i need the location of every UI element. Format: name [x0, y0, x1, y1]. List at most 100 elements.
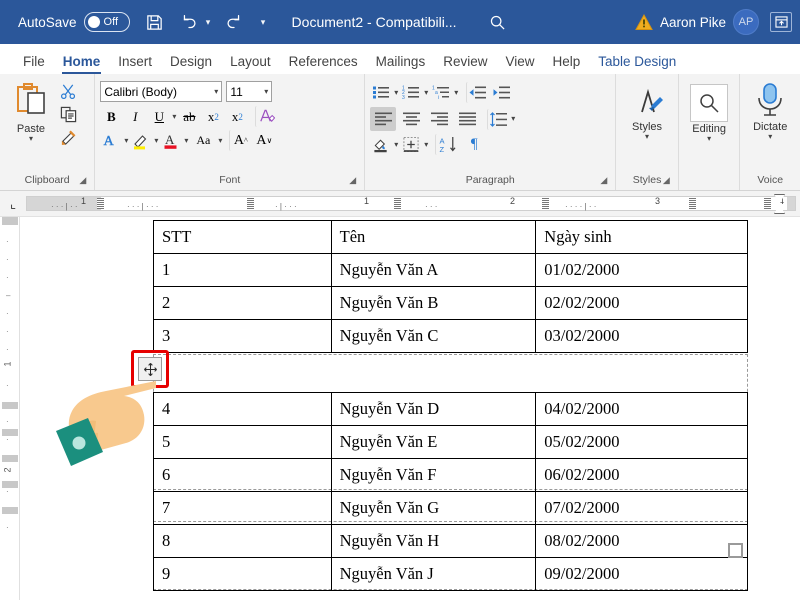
font-color-icon[interactable]: A — [160, 130, 182, 151]
bullets-chevron-down-icon[interactable]: ▾ — [394, 89, 398, 97]
editing-button[interactable]: Editing ▾ — [686, 78, 732, 145]
header-cell-ngaysinh[interactable]: Ngày sinh — [536, 221, 748, 254]
cell-ten[interactable]: Nguyễn Văn F — [331, 459, 536, 492]
ruler-tab-marker-4[interactable] — [542, 198, 549, 209]
dictate-button[interactable]: Dictate ▾ — [749, 78, 791, 143]
cell-stt[interactable]: 2 — [154, 287, 332, 320]
highlight-chevron-down-icon[interactable]: ▾ — [154, 137, 158, 145]
numbered-list-icon[interactable]: 1 2 3 — [400, 82, 422, 103]
numbering-chevron-down-icon[interactable]: ▾ — [424, 89, 428, 97]
bold-button[interactable]: B — [100, 106, 122, 127]
table-row[interactable]: 5 Nguyễn Văn E 05/02/2000 — [154, 426, 748, 459]
redo-icon[interactable] — [219, 7, 249, 37]
shading-icon[interactable] — [370, 134, 392, 155]
text-effects-icon[interactable]: A — [100, 130, 122, 151]
strikethrough-icon[interactable]: ab — [178, 106, 200, 127]
table-row[interactable]: 1 Nguyễn Văn A 01/02/2000 — [154, 254, 748, 287]
undo-dropdown-icon[interactable]: ▾ — [202, 17, 215, 28]
cell-ngaysinh[interactable]: 09/02/2000 — [536, 558, 748, 591]
cell-ngaysinh[interactable]: 03/02/2000 — [536, 320, 748, 353]
warning-icon[interactable] — [635, 14, 653, 31]
sort-icon[interactable]: A Z — [435, 134, 461, 155]
justify-icon[interactable] — [454, 107, 480, 131]
table-header-row[interactable]: STT Tên Ngày sinh — [154, 221, 748, 254]
cell-ten[interactable]: Nguyễn Văn G — [331, 492, 536, 525]
horizontal-ruler[interactable]: 1 1 2 3 4 · · · | · · · · · | · · · · | … — [26, 196, 796, 211]
change-case-button[interactable]: Aa — [190, 130, 216, 151]
table-row[interactable]: 9 Nguyễn Văn J 09/02/2000 — [154, 558, 748, 591]
line-spacing-chevron-down-icon[interactable]: ▾ — [511, 115, 515, 123]
cell-ten[interactable]: Nguyễn Văn E — [331, 426, 536, 459]
styles-dropdown-icon[interactable]: ▾ — [645, 133, 649, 141]
avatar[interactable]: AP — [733, 9, 759, 35]
grow-font-icon[interactable]: A^ — [229, 130, 251, 151]
text-highlight-icon[interactable] — [130, 130, 152, 151]
tab-insert[interactable]: Insert — [109, 52, 161, 74]
save-icon[interactable] — [140, 7, 170, 37]
styles-button[interactable]: Styles ▾ — [625, 78, 669, 143]
align-right-icon[interactable] — [426, 107, 452, 131]
left-tab-stop-icon[interactable]: ⌞ — [0, 191, 26, 217]
cell-ngaysinh[interactable]: 01/02/2000 — [536, 254, 748, 287]
cell-ten[interactable]: Nguyễn Văn B — [331, 287, 536, 320]
cell-ngaysinh[interactable]: 08/02/2000 — [536, 525, 748, 558]
font-name-chevron-down-icon[interactable]: ▾ — [214, 88, 218, 96]
table-row[interactable]: 2 Nguyễn Văn B 02/02/2000 — [154, 287, 748, 320]
header-cell-ten[interactable]: Tên — [331, 221, 536, 254]
ruler-tab-marker-1[interactable] — [97, 198, 104, 209]
vertical-ruler[interactable]: ···–··· 1 ···· 2 ··· — [0, 217, 20, 600]
cell-stt[interactable]: 8 — [154, 525, 332, 558]
align-center-icon[interactable] — [398, 107, 424, 131]
autosave-toggle[interactable]: AutoSave Off — [18, 12, 130, 32]
editing-dropdown-icon[interactable]: ▾ — [707, 135, 711, 143]
cell-stt[interactable]: 4 — [154, 393, 332, 426]
cell-ngaysinh[interactable]: 07/02/2000 — [536, 492, 748, 525]
line-spacing-icon[interactable] — [487, 109, 509, 130]
borders-chevron-down-icon[interactable]: ▾ — [424, 141, 428, 149]
cell-ten[interactable]: Nguyễn Văn J — [331, 558, 536, 591]
search-icon[interactable] — [483, 7, 513, 37]
borders-icon[interactable] — [400, 134, 422, 155]
table-row[interactable]: 8 Nguyễn Văn H 08/02/2000 — [154, 525, 748, 558]
tab-layout[interactable]: Layout — [221, 52, 280, 74]
cell-ngaysinh[interactable]: 06/02/2000 — [536, 459, 748, 492]
shading-chevron-down-icon[interactable]: ▾ — [394, 141, 398, 149]
cell-stt[interactable]: 3 — [154, 320, 332, 353]
table-row[interactable]: 6 Nguyễn Văn F 06/02/2000 — [154, 459, 748, 492]
copy-button[interactable] — [57, 104, 79, 125]
ribbon-display-options-icon[interactable] — [770, 12, 792, 32]
font-color-chevron-down-icon[interactable]: ▾ — [184, 137, 188, 145]
undo-icon[interactable] — [174, 7, 204, 37]
table-top[interactable]: STT Tên Ngày sinh 1 Nguyễn Văn A 01/02/2… — [153, 220, 748, 353]
document-page[interactable]: STT Tên Ngày sinh 1 Nguyễn Văn A 01/02/2… — [20, 217, 800, 600]
multilevel-list-icon[interactable]: 1 a i — [430, 82, 452, 103]
align-left-icon[interactable] — [370, 107, 396, 131]
paste-button[interactable]: Paste ▾ — [5, 78, 57, 145]
cut-button[interactable] — [57, 81, 79, 102]
change-case-chevron-down-icon[interactable]: ▾ — [218, 137, 222, 145]
table-bottom[interactable]: 4 Nguyễn Văn D 04/02/2000 5 Nguyễn Văn E… — [153, 392, 748, 591]
decrease-indent-icon[interactable] — [466, 82, 488, 103]
text-effects-chevron-down-icon[interactable]: ▾ — [124, 137, 128, 145]
tab-table-design[interactable]: Table Design — [589, 52, 685, 74]
cell-stt[interactable]: 1 — [154, 254, 332, 287]
cell-ten[interactable]: Nguyễn Văn D — [331, 393, 536, 426]
paragraph-dialog-launcher-icon[interactable]: ◢ — [600, 172, 607, 188]
font-name-combo[interactable]: Calibri (Body) ▾ — [100, 81, 222, 102]
underline-button[interactable]: U — [148, 106, 170, 127]
cell-ten[interactable]: Nguyễn Văn A — [331, 254, 536, 287]
multilevel-chevron-down-icon[interactable]: ▾ — [454, 89, 458, 97]
styles-dialog-launcher-icon[interactable]: ◢ — [663, 172, 670, 188]
cell-ngaysinh[interactable]: 05/02/2000 — [536, 426, 748, 459]
cell-stt[interactable]: 7 — [154, 492, 332, 525]
format-painter-button[interactable] — [57, 127, 79, 148]
tab-home[interactable]: Home — [54, 52, 110, 74]
ruler-tab-marker-3[interactable] — [394, 198, 401, 209]
tab-help[interactable]: Help — [544, 52, 590, 74]
font-dialog-launcher-icon[interactable]: ◢ — [349, 172, 356, 188]
cell-ngaysinh[interactable]: 02/02/2000 — [536, 287, 748, 320]
customize-quick-access-icon[interactable]: ▾ — [257, 17, 270, 28]
increase-indent-icon[interactable] — [490, 82, 512, 103]
user-name[interactable]: Aaron Pike — [660, 15, 726, 30]
underline-chevron-down-icon[interactable]: ▾ — [172, 113, 176, 121]
